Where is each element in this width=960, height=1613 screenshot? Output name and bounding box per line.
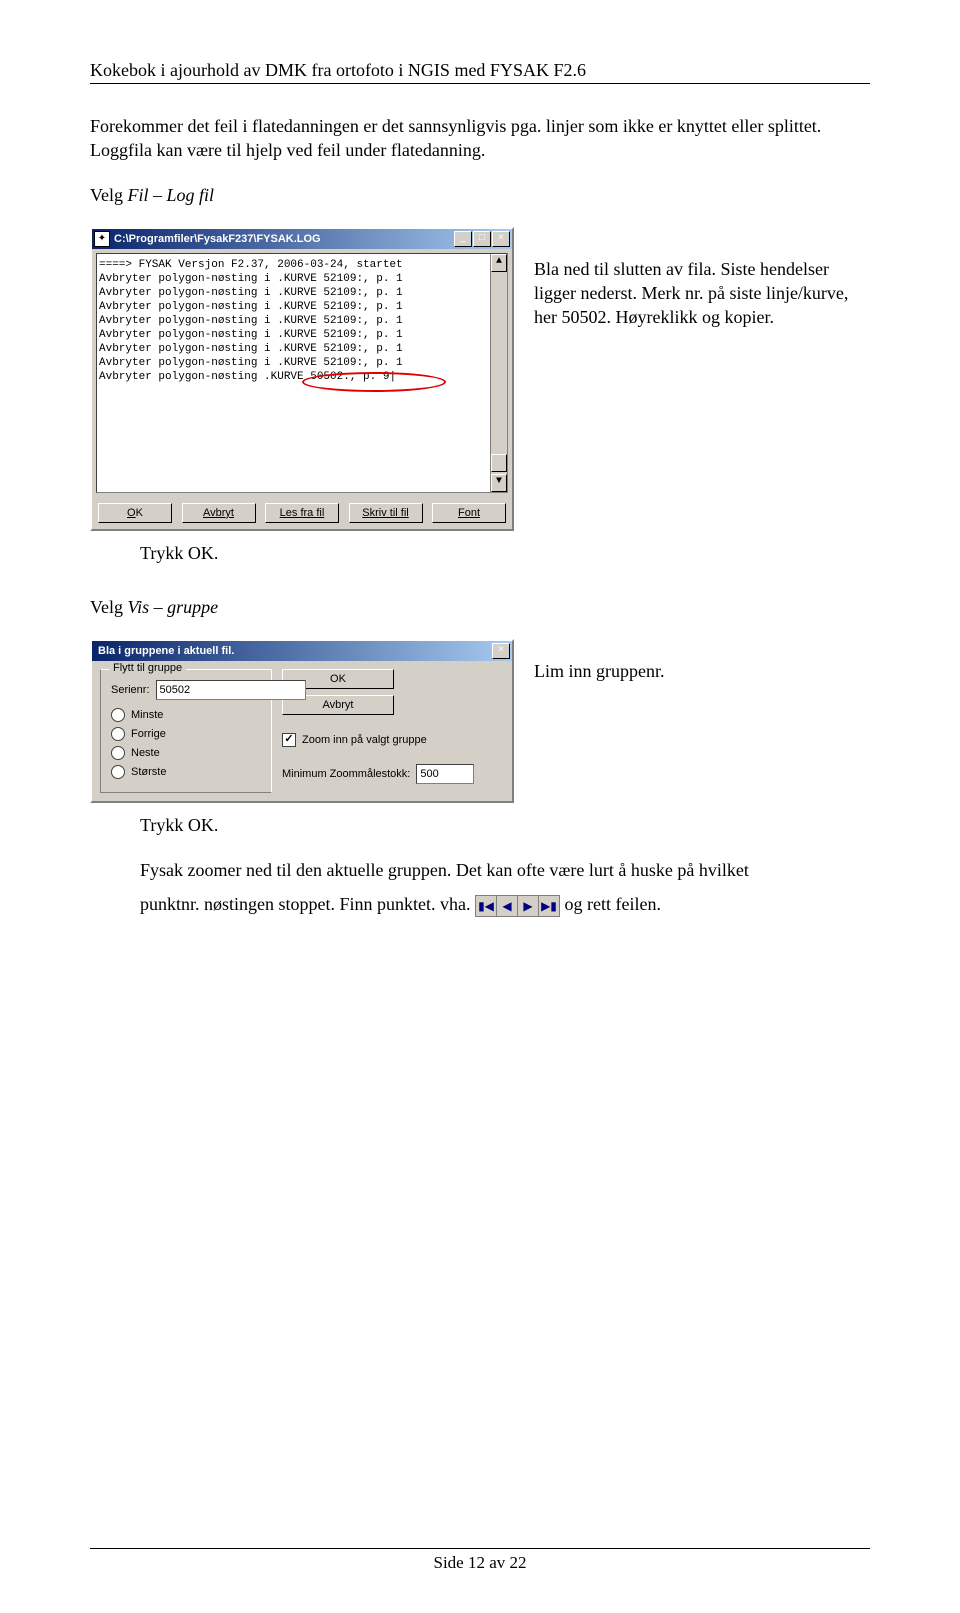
scroll-down-icon[interactable]: ▼ [491,474,507,492]
dlg-close-button[interactable]: × [492,643,510,659]
dlg-title: Bla i gruppene i aktuell fil. [94,645,492,657]
radio-minste[interactable]: Minste [111,708,261,722]
flytt-til-gruppe-box: Flytt til gruppe Serienr: Minste Forrige… [100,669,272,793]
trykk-ok-2: Trykk OK. [140,813,870,837]
log-line: Avbryter polygon-nøsting i .KURVE 52109:… [99,300,505,314]
dlg-titlebar: Bla i gruppene i aktuell fil. × [92,641,512,661]
min-zoom-label: Minimum Zoommålestokk: [282,768,410,780]
nav-toolbar: ▮◀ ◀ ▶ ▶▮ [475,895,560,917]
log-line: ====> FYSAK Versjon F2.37, 2006-03-24, s… [99,258,505,272]
check-icon: ✓ [282,733,296,747]
radio-storste[interactable]: Største [111,765,261,779]
serienr-label: Serienr: [111,684,150,696]
velg1-prefix: Velg [90,185,128,205]
serienr-input[interactable] [156,680,306,700]
dlg-side-text: Lim inn gruppenr. [534,659,870,683]
log-textarea[interactable]: ====> FYSAK Versjon F2.37, 2006-03-24, s… [96,253,508,493]
velg2-menu: Vis – gruppe [128,597,219,617]
minimize-button[interactable]: _ [454,231,472,247]
log-window: ✦ C:\Programfiler\FysakF237\FYSAK.LOG _ … [90,227,514,531]
prev-icon[interactable]: ◀ [497,896,518,916]
trykk-ok-1: Trykk OK. [140,541,870,565]
avbryt-button[interactable]: Avbryt [182,503,256,523]
velg2-prefix: Velg [90,597,128,617]
font-button[interactable]: Font [432,503,506,523]
velg1-menu: Fil – Log fil [128,185,215,205]
ok-button[interactable]: OK [98,503,172,523]
zoom-checkbox[interactable]: ✓ Zoom inn på valgt gruppe [282,733,504,747]
last-icon[interactable]: ▶▮ [539,896,559,916]
radio-neste[interactable]: Neste [111,746,261,760]
scrollbar[interactable]: ▲ ▼ [490,254,507,492]
scroll-thumb[interactable] [491,454,507,472]
log-line: Avbryter polygon-nøsting i .KURVE 52109:… [99,314,505,328]
log-line: Avbryter polygon-nøsting .KURVE 50502:, … [99,370,505,384]
app-icon: ✦ [94,231,110,247]
final-para-2b: og rett feilen. [565,894,661,914]
les-fra-fil-button[interactable]: Les fra fil [265,503,339,523]
page-footer: Side 12 av 22 [433,1553,526,1572]
log-line: Avbryter polygon-nøsting i .KURVE 52109:… [99,272,505,286]
log-line: Avbryter polygon-nøsting i .KURVE 52109:… [99,342,505,356]
radio-forrige[interactable]: Forrige [111,727,261,741]
log-line: Avbryter polygon-nøsting i .KURVE 52109:… [99,328,505,342]
skriv-til-fil-button[interactable]: Skriv til fil [349,503,423,523]
log-line: Avbryter polygon-nøsting i .KURVE 52109:… [99,356,505,370]
groupbox-legend: Flytt til gruppe [109,662,186,674]
page-header: Kokebok i ajourhold av DMK fra ortofoto … [90,60,586,80]
log-title: C:\Programfiler\FysakF237\FYSAK.LOG [114,233,454,245]
next-icon[interactable]: ▶ [518,896,539,916]
final-para-1: Fysak zoomer ned til den aktuelle gruppe… [140,858,870,882]
log-titlebar: ✦ C:\Programfiler\FysakF237\FYSAK.LOG _ … [92,229,512,249]
scroll-up-icon[interactable]: ▲ [491,254,507,272]
first-icon[interactable]: ▮◀ [476,896,497,916]
min-zoom-input[interactable] [416,764,474,784]
log-side-text: Bla ned til slutten av fila. Siste hende… [534,257,870,330]
log-line: Avbryter polygon-nøsting i .KURVE 52109:… [99,286,505,300]
group-dialog: Bla i gruppene i aktuell fil. × Flytt ti… [90,639,514,803]
maximize-button[interactable]: □ [473,231,491,247]
final-para-2a: punktnr. nøstingen stoppet. Finn punktet… [140,894,475,914]
intro-paragraph: Forekommer det feil i flatedanningen er … [90,114,870,163]
close-button[interactable]: × [492,231,510,247]
